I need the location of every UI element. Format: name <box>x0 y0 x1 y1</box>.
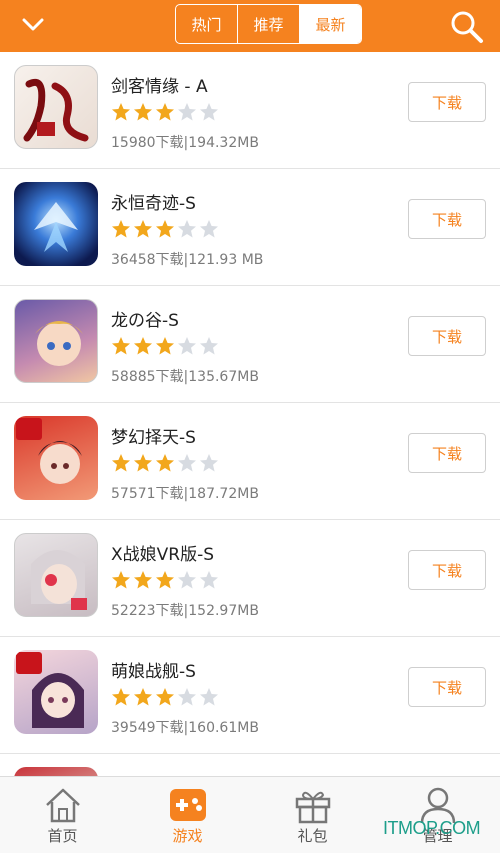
star-empty-icon <box>200 220 218 238</box>
star-filled-icon <box>112 220 130 238</box>
download-button[interactable]: 下载 <box>408 199 486 239</box>
download-button[interactable]: 下载 <box>408 667 486 707</box>
star-empty-icon <box>200 337 218 355</box>
star-empty-icon <box>178 571 196 589</box>
list-item[interactable]: 梦幻择天-S 57571下载|187.72MB 下载 <box>0 403 500 520</box>
chevron-down-icon[interactable] <box>18 10 48 40</box>
star-filled-icon <box>156 220 174 238</box>
gamepad-icon <box>169 789 206 821</box>
star-filled-icon <box>112 103 130 121</box>
star-empty-icon <box>200 103 218 121</box>
nav-manage[interactable]: 管理 <box>375 777 500 853</box>
download-meta: 15980下载|194.32MB <box>111 135 259 151</box>
star-empty-icon <box>200 454 218 472</box>
star-filled-icon <box>134 571 152 589</box>
nav-gifts[interactable]: 礼包 <box>250 777 375 853</box>
star-empty-icon <box>200 688 218 706</box>
list-item[interactable]: X战娘VR版-S 52223下载|152.97MB 下载 <box>0 520 500 637</box>
rating-stars <box>111 102 221 122</box>
download-meta: 36458下载|121.93 MB <box>111 252 264 268</box>
star-filled-icon <box>156 688 174 706</box>
tab-hot[interactable]: 热门 <box>176 5 238 43</box>
rating-stars <box>111 687 221 707</box>
nav-games[interactable]: 游戏 <box>125 777 250 853</box>
rating-stars <box>111 453 221 473</box>
list-item[interactable]: 永恒奇迹-S 36458下载|121.93 MB 下载 <box>0 169 500 286</box>
app-name: 剑客情缘 - A <box>111 77 208 97</box>
watermark-text: ITMOP.COM <box>383 818 481 838</box>
app-icon-yongheng-qiji <box>14 182 98 266</box>
list-item[interactable]: 龙の谷-S 58885下载|135.67MB 下载 <box>0 286 500 403</box>
tab-recommended[interactable]: 推荐 <box>238 5 300 43</box>
download-button[interactable]: 下载 <box>408 433 486 473</box>
list-item[interactable] <box>0 754 500 776</box>
star-filled-icon <box>156 454 174 472</box>
app-name: 龙の谷-S <box>111 311 179 331</box>
star-filled-icon <box>134 220 152 238</box>
app-icon-x-zhanniang <box>14 533 98 617</box>
tab-newest[interactable]: 最新 <box>300 5 361 43</box>
rating-stars <box>111 570 221 590</box>
category-tabs: 热门 推荐 最新 <box>175 4 362 44</box>
app-list: 剑客情缘 - A 15980下载|194.32MB 下载 永恒奇迹-S 3645… <box>0 52 500 776</box>
download-button[interactable]: 下载 <box>408 316 486 356</box>
list-item[interactable]: 萌娘战舰-S 39549下载|160.61MB 下载 <box>0 637 500 754</box>
star-filled-icon <box>134 103 152 121</box>
download-meta: 57571下载|187.72MB <box>111 486 259 502</box>
star-filled-icon <box>112 688 130 706</box>
star-filled-icon <box>156 103 174 121</box>
star-filled-icon <box>112 454 130 472</box>
download-button[interactable]: 下载 <box>408 550 486 590</box>
rating-stars <box>111 219 221 239</box>
star-empty-icon <box>178 454 196 472</box>
star-empty-icon <box>200 571 218 589</box>
star-empty-icon <box>178 337 196 355</box>
rating-stars <box>111 336 221 356</box>
nav-home[interactable]: 首页 <box>0 777 125 853</box>
list-item[interactable]: 剑客情缘 - A 15980下载|194.32MB 下载 <box>0 52 500 169</box>
star-filled-icon <box>156 337 174 355</box>
star-filled-icon <box>134 688 152 706</box>
star-filled-icon <box>134 454 152 472</box>
app-name: X战娘VR版-S <box>111 545 215 565</box>
star-empty-icon <box>178 103 196 121</box>
gift-icon <box>295 791 330 824</box>
app-name: 永恒奇迹-S <box>111 194 196 214</box>
star-empty-icon <box>178 220 196 238</box>
app-icon-mengniang-zhanjian <box>14 650 98 734</box>
star-empty-icon <box>178 688 196 706</box>
download-meta: 39549下载|160.61MB <box>111 720 259 736</box>
app-name: 萌娘战舰-S <box>111 662 196 682</box>
search-icon[interactable] <box>448 8 486 46</box>
download-button[interactable]: 下载 <box>408 82 486 122</box>
download-meta: 58885下载|135.67MB <box>111 369 259 385</box>
star-filled-icon <box>112 337 130 355</box>
app-icon-jianke-qingyuan <box>14 65 98 149</box>
app-icon-menghuan-zetian <box>14 416 98 500</box>
app-icon-partial <box>14 767 98 776</box>
download-meta: 52223下载|152.97MB <box>111 603 259 619</box>
app-icon-long-no-gu <box>14 299 98 383</box>
bottom-nav: 首页 游戏 礼包 管理 <box>0 776 500 853</box>
star-filled-icon <box>112 571 130 589</box>
home-icon <box>45 788 80 823</box>
star-filled-icon <box>156 571 174 589</box>
nav-label: 礼包 <box>297 827 328 845</box>
app-name: 梦幻择天-S <box>111 428 196 448</box>
nav-label: 游戏 <box>172 827 203 845</box>
top-bar: 热门 推荐 最新 <box>0 0 500 52</box>
nav-label: 首页 <box>47 827 78 845</box>
star-filled-icon <box>134 337 152 355</box>
